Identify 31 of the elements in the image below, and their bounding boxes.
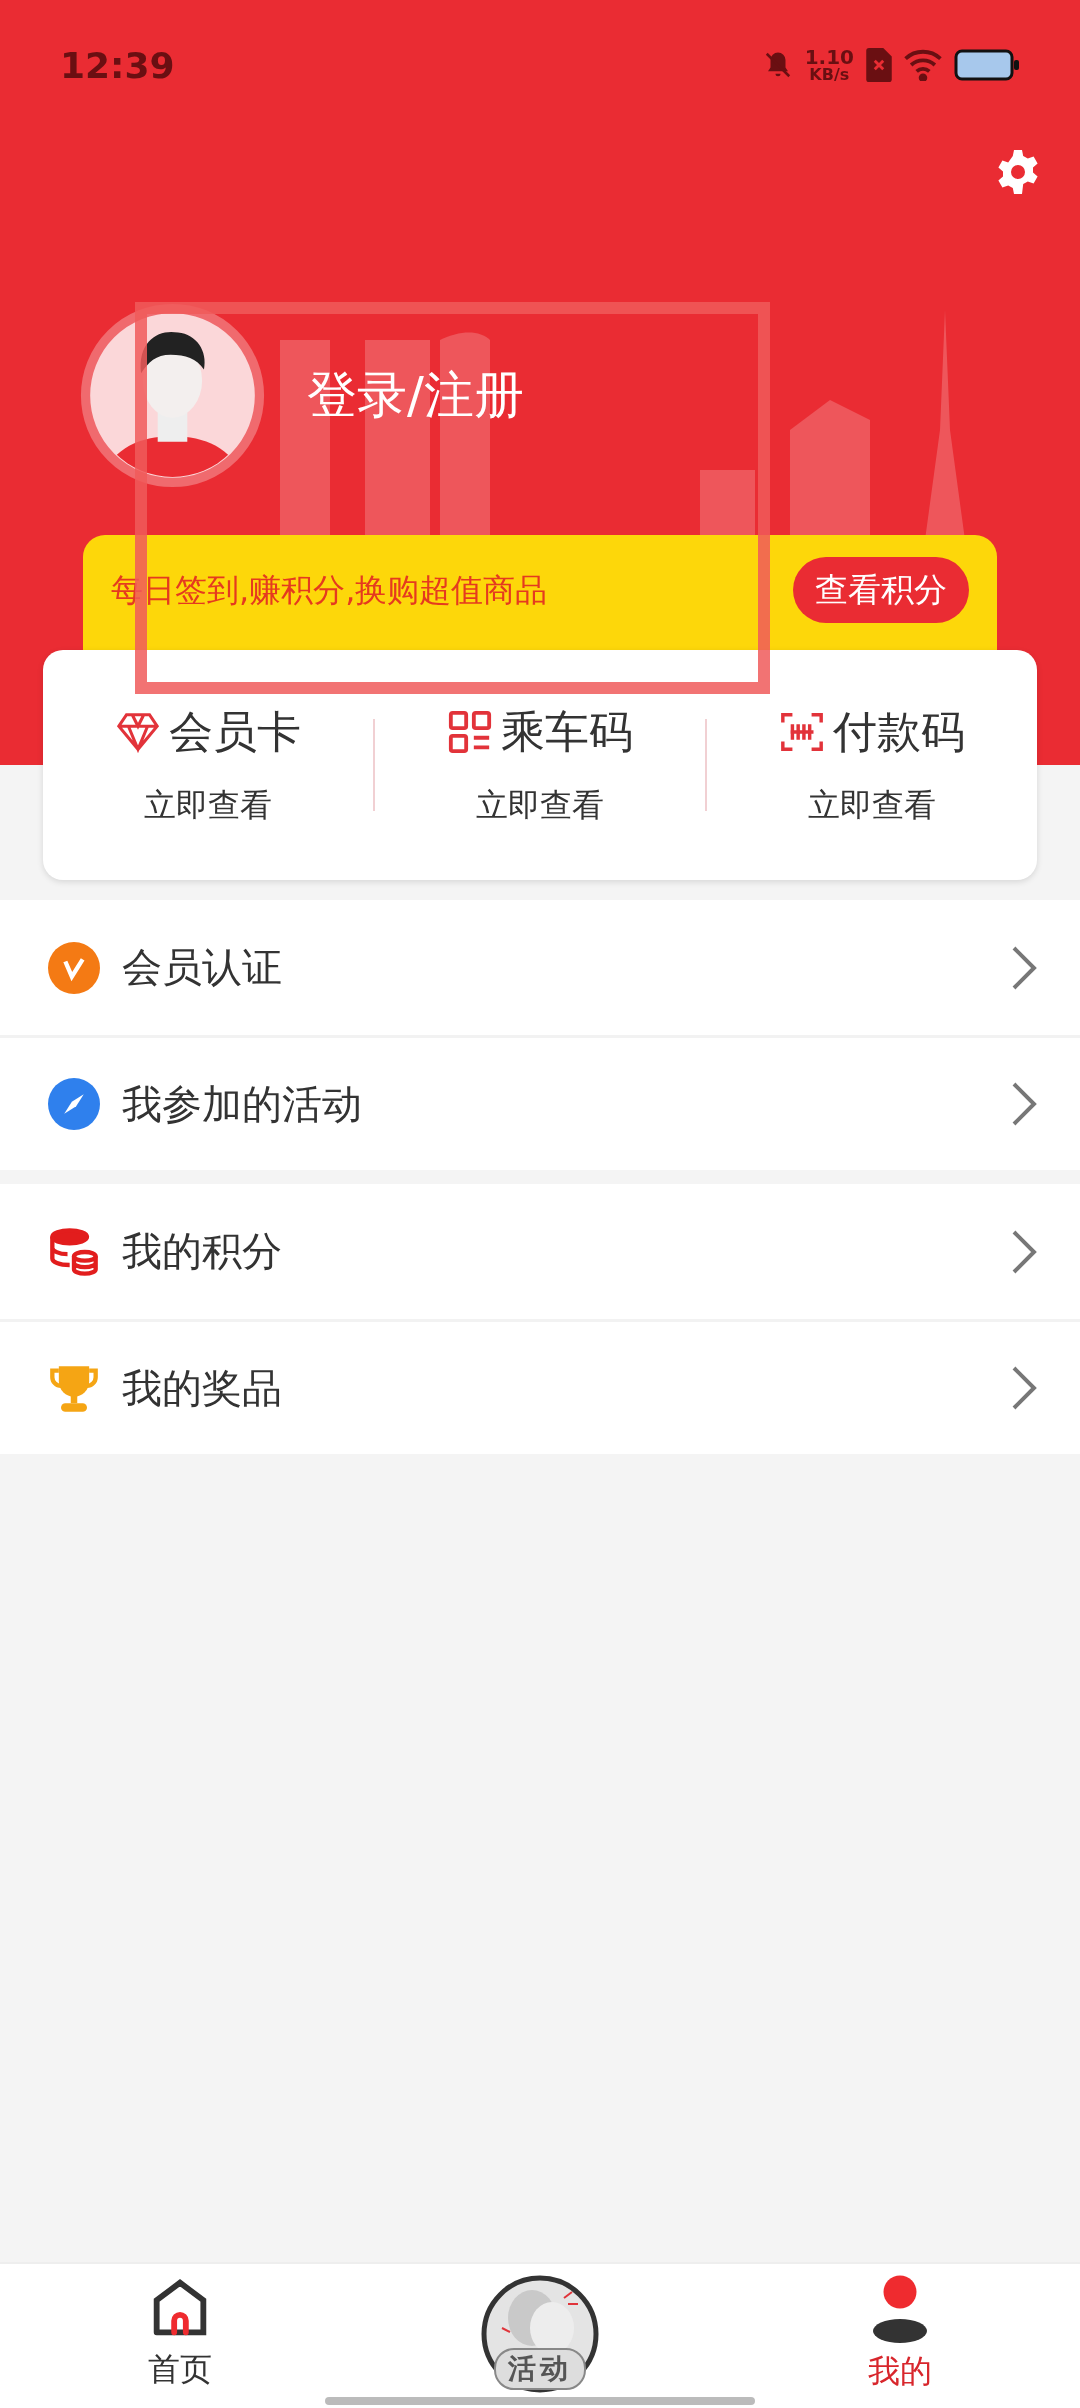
nav-tab[interactable]: 我的 xyxy=(868,2350,932,2394)
battery-icon xyxy=(954,49,1020,81)
view-now-link[interactable]: 立即查看 xyxy=(808,783,936,828)
menu-label: 我参加的活动 xyxy=(122,1079,363,1129)
menu-label: 会员认证 xyxy=(122,943,283,992)
chevron-right-icon xyxy=(1010,1364,1038,1412)
wifi-icon xyxy=(904,49,942,81)
menu-label: 我的积分 xyxy=(122,1227,283,1276)
nav-tab[interactable]: 活动 xyxy=(494,2348,586,2390)
profile-icon xyxy=(870,2274,930,2346)
compass-icon xyxy=(48,1078,100,1130)
verified-badge-icon xyxy=(48,941,100,994)
menu-row[interactable]: 我的奖品 xyxy=(0,1319,1080,1454)
qr-code-icon xyxy=(447,709,493,755)
speed-unit: KB/s xyxy=(809,67,850,83)
status-time: 12:39 xyxy=(60,44,175,86)
menu-row[interactable]: 我的积分 xyxy=(0,1184,1080,1319)
view-now-link[interactable]: 立即查看 xyxy=(144,783,272,828)
menu-row[interactable]: 会员认证 xyxy=(0,900,1080,1035)
nav-tab[interactable]: 首页 xyxy=(148,2348,212,2392)
card-title[interactable]: 付款码 xyxy=(833,702,965,762)
sim-missing-icon xyxy=(866,48,892,82)
chevron-right-icon xyxy=(1010,1080,1038,1128)
card-title[interactable]: 乘车码 xyxy=(501,702,633,762)
view-points-button[interactable]: 查看积分 xyxy=(793,557,969,623)
menu-row[interactable]: 我参加的活动 xyxy=(0,1035,1080,1170)
coins-icon xyxy=(48,1225,100,1278)
view-now-link[interactable]: 立即查看 xyxy=(476,783,604,828)
menu-label: 我的奖品 xyxy=(122,1363,283,1413)
network-speed: 1.10 xyxy=(804,47,854,67)
card-title[interactable]: 会员卡 xyxy=(169,702,301,762)
